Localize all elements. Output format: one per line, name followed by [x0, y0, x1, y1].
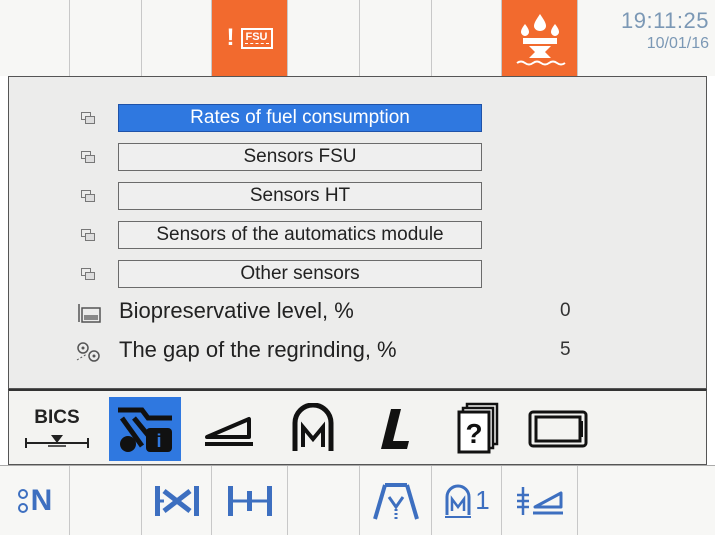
bottom-slot-2	[70, 466, 142, 535]
regrinding-gap-icon	[76, 342, 100, 362]
m1-mode-icon	[445, 484, 472, 518]
svg-text:?: ?	[465, 418, 482, 449]
status-slot-6	[360, 0, 432, 76]
bottom-slot-9	[578, 466, 715, 535]
top-status-bar: ! FSU 19:11:25 10/01/16	[0, 0, 715, 76]
harvester-settings-icon: i	[118, 407, 172, 452]
fuel-consumption-icon	[515, 14, 566, 66]
m-mode-icon	[292, 403, 334, 451]
header-tilt-indicator[interactable]	[502, 466, 578, 535]
svg-text:i: i	[156, 431, 161, 451]
biopreservative-icon	[78, 304, 101, 323]
row-width-narrow-icon	[227, 485, 272, 516]
clock-time: 19:11:25	[620, 8, 709, 33]
fuel-consumption-indicator[interactable]	[502, 0, 578, 76]
header-angle-button[interactable]	[193, 397, 265, 461]
function-toolbar: BICS i ?	[8, 389, 707, 465]
menu-button-sensors-ht[interactable]: Sensors HT	[118, 182, 482, 210]
spout-icon	[372, 482, 419, 520]
n-mode-label: N	[30, 483, 53, 517]
menu-row-fuel-rates: Rates of fuel consumption	[9, 104, 706, 132]
info-row-regrinding-gap: The gap of the regrinding, % 5	[9, 336, 706, 366]
l-mode-button[interactable]	[361, 397, 429, 461]
row-crop-narrow-indicator[interactable]	[212, 466, 288, 535]
bics-icon	[25, 435, 89, 448]
clock-date: 10/01/16	[646, 35, 709, 52]
exclamation-icon: !	[226, 24, 235, 51]
status-slot-1	[0, 0, 70, 76]
regrinding-gap-value: 5	[560, 339, 571, 360]
bics-button[interactable]: BICS	[19, 397, 95, 461]
menu-button-other-sensors[interactable]: Other sensors	[118, 260, 482, 288]
menu-button-sensors-fsu[interactable]: Sensors FSU	[118, 143, 482, 171]
m1-mode-label: 1	[475, 485, 490, 515]
header-tilt-icon	[516, 486, 563, 515]
row-crop-wide-indicator[interactable]	[142, 466, 212, 535]
display-button[interactable]	[521, 397, 595, 461]
display-icon	[528, 410, 588, 448]
bottom-slot-5	[288, 466, 360, 535]
submenu-icon	[81, 151, 95, 163]
submenu-icon	[81, 190, 95, 202]
clock-area: 19:11:25 10/01/16	[578, 0, 715, 76]
help-button[interactable]: ?	[447, 397, 511, 461]
submenu-icon	[81, 112, 95, 124]
status-slot-7	[432, 0, 502, 76]
main-menu-panel: Rates of fuel consumption Sensors FSU Se…	[8, 76, 707, 389]
menu-row-other-sensors: Other sensors	[9, 260, 706, 288]
submenu-icon	[81, 268, 95, 280]
menu-row-automatics-module: Sensors of the automatics module	[9, 221, 706, 249]
info-row-biopreservative: Biopreservative level, % 0	[9, 297, 706, 327]
harvester-settings-button[interactable]: i	[109, 397, 181, 461]
l-mode-icon	[381, 409, 409, 449]
bics-label: BICS	[34, 407, 80, 428]
row-width-wide-icon	[154, 485, 199, 516]
menu-row-sensors-fsu: Sensors FSU	[9, 143, 706, 171]
status-slot-5	[288, 0, 360, 76]
n-mode-icon	[17, 488, 28, 513]
regrinding-gap-label: The gap of the regrinding, %	[119, 337, 397, 362]
menu-button-automatics-module[interactable]: Sensors of the automatics module	[118, 221, 482, 249]
spout-indicator[interactable]	[360, 466, 432, 535]
status-slot-3	[142, 0, 212, 76]
m-mode-button[interactable]	[277, 397, 349, 461]
fsu-warning-indicator[interactable]: ! FSU	[212, 0, 288, 76]
n-mode-indicator[interactable]: N	[0, 466, 70, 535]
submenu-icon	[81, 229, 95, 241]
m1-mode-indicator[interactable]: 1	[432, 466, 502, 535]
menu-button-fuel-rates[interactable]: Rates of fuel consumption	[118, 104, 482, 132]
status-slot-2	[70, 0, 142, 76]
fsu-warning-icon: FSU	[240, 27, 273, 49]
help-icon: ?	[457, 402, 499, 454]
bottom-status-bar: N 1	[0, 465, 715, 535]
biopreservative-value: 0	[560, 300, 571, 321]
biopreservative-label: Biopreservative level, %	[119, 298, 354, 323]
header-angle-icon	[205, 417, 253, 446]
menu-row-sensors-ht: Sensors HT	[9, 182, 706, 210]
